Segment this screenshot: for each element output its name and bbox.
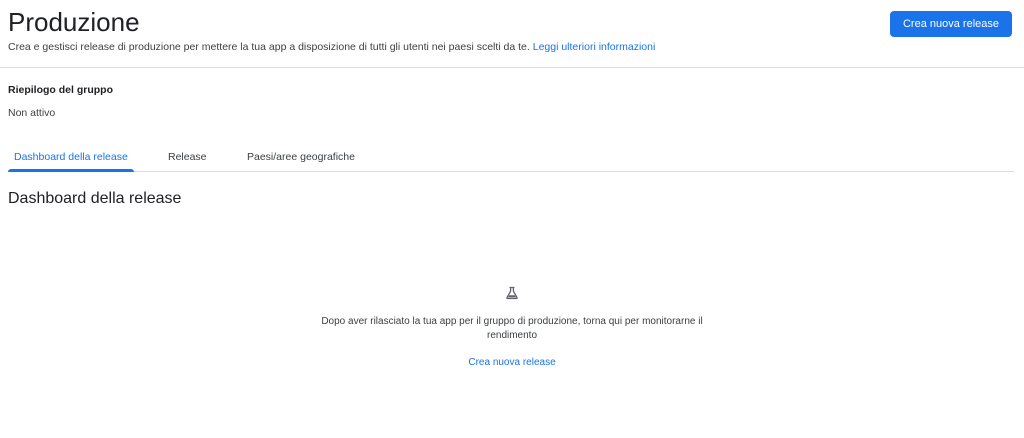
page-description: Crea e gestisci release di produzione pe… — [8, 41, 530, 53]
page-title: Produzione — [8, 7, 140, 37]
header-divider — [0, 67, 1024, 68]
empty-state-message: Dopo aver rilasciato la tua app per il g… — [321, 316, 703, 341]
page: Produzione Crea e gestisci release di pr… — [0, 0, 1024, 438]
create-release-button[interactable]: Crea nuova release — [890, 11, 1012, 37]
tab-bar: Dashboard della release Release Paesi/ar… — [8, 144, 1014, 172]
learn-more-link[interactable]: Leggi ulteriori informazioni — [533, 41, 656, 53]
create-release-link[interactable]: Crea nuova release — [468, 357, 555, 368]
flask-icon — [505, 286, 519, 300]
page-subtitle: Crea e gestisci release di produzione pe… — [8, 40, 655, 54]
tab-countries-regions[interactable]: Paesi/aree geografiche — [247, 144, 355, 171]
tab-releases[interactable]: Release — [168, 144, 207, 171]
group-summary-label: Riepilogo del gruppo — [8, 84, 113, 96]
empty-state: Dopo aver rilasciato la tua app per il g… — [262, 286, 762, 370]
tab-release-dashboard[interactable]: Dashboard della release — [8, 144, 134, 172]
section-title: Dashboard della release — [8, 190, 182, 207]
group-summary-status: Non attivo — [8, 107, 56, 119]
